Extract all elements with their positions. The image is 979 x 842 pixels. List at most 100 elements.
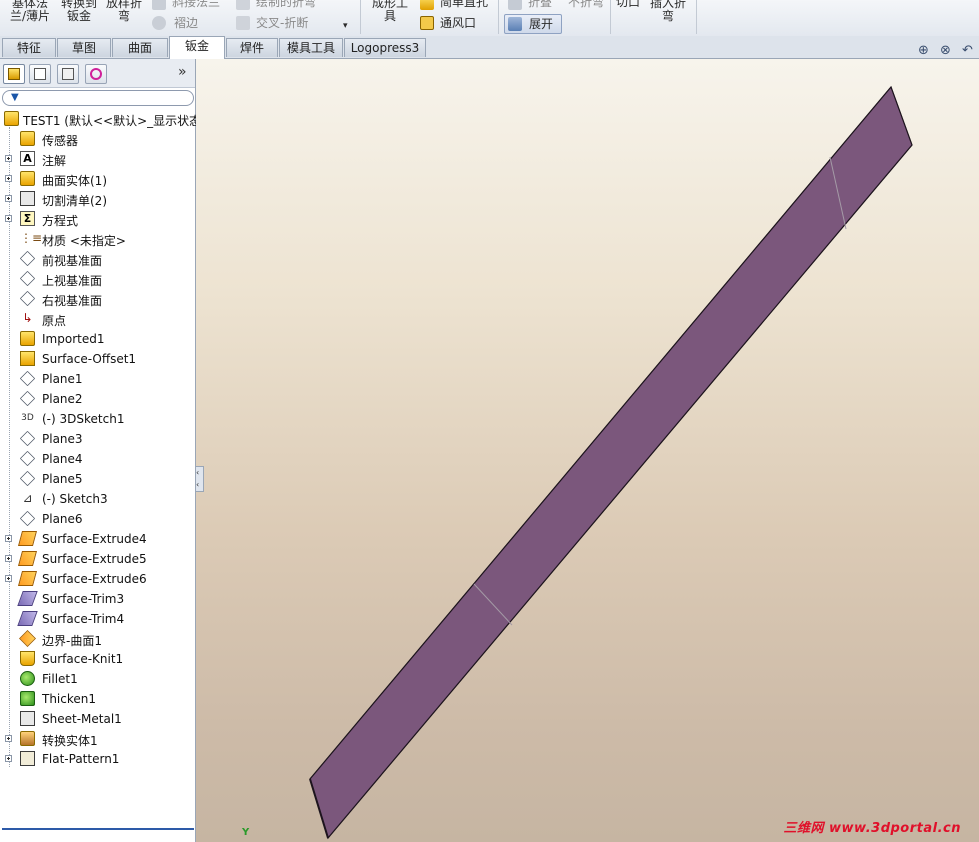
forming-tool-button[interactable]: 成形工 具 (370, 0, 410, 23)
lofted-bend-button[interactable]: 放样折 弯 (104, 0, 144, 23)
expand-toggle[interactable] (5, 555, 12, 562)
more-dropdown-button[interactable]: ▾ (343, 20, 348, 33)
tree-item-plane6[interactable]: Plane6 (0, 509, 195, 529)
tree-item-label: 原点 (42, 314, 67, 328)
tree-item-top-plane[interactable]: 上视基准面 (0, 269, 195, 289)
plane-icon (19, 390, 36, 407)
zoom-area-icon[interactable]: ⊗ (940, 43, 951, 58)
zoom-to-fit-icon[interactable]: ⊕ (918, 43, 929, 58)
feature-tree-icon (8, 68, 20, 80)
expand-toggle[interactable] (5, 155, 12, 162)
expand-toggle[interactable] (5, 535, 12, 542)
hem-button[interactable]: 褶边 (174, 17, 198, 30)
tree-item-plane3[interactable]: Plane3 (0, 429, 195, 449)
tree-item-cut-list[interactable]: 切割清单(2) (0, 189, 195, 209)
tab-mold-tools[interactable]: 模具工具 (279, 38, 343, 57)
tree-item-surface-extrude4[interactable]: Surface-Extrude4 (0, 529, 195, 549)
flatten-button[interactable]: 展开 (504, 14, 562, 34)
tree-item-label: 上视基准面 (42, 274, 103, 288)
tree-item-surface-extrude5[interactable]: Surface-Extrude5 (0, 549, 195, 569)
vent-button[interactable]: 通风口 (440, 17, 476, 30)
sheet-metal-part[interactable] (196, 59, 979, 842)
ribbon-divider (360, 0, 361, 34)
tree-item-material[interactable]: ⋮≡ 材质 <未指定> (0, 229, 195, 249)
tab-logopress3[interactable]: Logopress3 (344, 38, 426, 57)
rip-button[interactable]: 切口 (616, 0, 640, 9)
unfold-button[interactable]: 不折弯 (568, 0, 604, 9)
simple-hole-label: 简单直孔 (440, 0, 489, 9)
miter-flange-button[interactable]: 斜接法兰 (172, 0, 220, 9)
tab-sketch[interactable]: 草图 (57, 38, 111, 57)
tree-item-3dsketch1[interactable]: 3D (-) 3DSketch1 (0, 409, 195, 429)
tree-item-flat-pattern1[interactable]: Flat-Pattern1 (0, 749, 195, 769)
tree-root[interactable]: TEST1 (默认<<默认>_显示状态 (0, 109, 201, 129)
tree-item-imported1[interactable]: Imported1 (0, 329, 195, 349)
tree-item-plane1[interactable]: Plane1 (0, 369, 195, 389)
tree-item-label: Surface-Trim4 (42, 612, 125, 626)
tree-item-sensors[interactable]: 传感器 (0, 129, 195, 149)
plane-icon (19, 370, 36, 387)
tree-item-thicken1[interactable]: Thicken1 (0, 689, 195, 709)
expand-toggle[interactable] (5, 575, 12, 582)
tab-weldments[interactable]: 焊件 (226, 38, 278, 57)
configuration-manager-tab[interactable] (57, 64, 79, 84)
fold-icon (508, 0, 522, 10)
tree-item-sheet-metal1[interactable]: Sheet-Metal1 (0, 709, 195, 729)
material-icon: ⋮≡ (20, 231, 43, 245)
insert-bends-button[interactable]: 插入折 弯 (648, 0, 688, 23)
property-manager-icon (34, 68, 46, 80)
dimxpert-manager-tab[interactable] (85, 64, 107, 84)
tree-item-surface-trim4[interactable]: Surface-Trim4 (0, 609, 195, 629)
tree-item-fillet1[interactable]: Fillet1 (0, 669, 195, 689)
tree-item-label: Plane5 (42, 472, 83, 486)
expand-toggle[interactable] (5, 215, 12, 222)
tree-item-right-plane[interactable]: 右视基准面 (0, 289, 195, 309)
expand-toggle[interactable] (5, 755, 12, 762)
cross-break-icon (236, 16, 250, 30)
tree-item-surface-offset1[interactable]: Surface-Offset1 (0, 349, 195, 369)
rollback-bar[interactable] (2, 828, 194, 830)
tree-item-sketch3[interactable]: ⊿ (-) Sketch3 (0, 489, 195, 509)
feature-filter-input[interactable]: ▼ (2, 90, 194, 106)
expand-toggle[interactable] (5, 175, 12, 182)
tree-item-origin[interactable]: ↳ 原点 (0, 309, 195, 329)
panel-collapse-handle[interactable]: ‹ ‹ (196, 466, 204, 492)
tree-item-label: Plane3 (42, 432, 83, 446)
cross-break-button[interactable]: 交叉-折断 (256, 17, 308, 30)
tree-item-boundary-surface1[interactable]: 边界-曲面1 (0, 629, 195, 649)
tab-sheet-metal[interactable]: 钣金 (169, 36, 225, 59)
previous-view-icon[interactable]: ↶ (962, 43, 973, 58)
panel-expand-chevron[interactable]: » (178, 64, 187, 80)
expand-toggle[interactable] (5, 195, 12, 202)
feature-tree-tab[interactable] (3, 64, 25, 84)
surface-bodies-folder-icon (20, 171, 35, 186)
tree-item-label: 材质 <未指定> (42, 234, 126, 248)
tree-item-equations[interactable]: Σ 方程式 (0, 209, 195, 229)
expand-toggle[interactable] (5, 735, 12, 742)
tree-item-surface-bodies[interactable]: 曲面实体(1) (0, 169, 195, 189)
graphics-viewport[interactable]: ⊕ ‹‹ Y 三维网 www.3dportal.cn (196, 59, 979, 842)
forming-tool-label: 成形工 具 (371, 0, 408, 23)
tree-item-convert-solid1[interactable]: 转换实体1 (0, 729, 195, 749)
tree-item-surface-knit1[interactable]: Surface-Knit1 (0, 649, 195, 669)
fold-button[interactable]: 折叠 (528, 0, 552, 9)
sketched-bend-button[interactable]: 绘制的折弯 (256, 0, 316, 9)
tree-item-plane5[interactable]: Plane5 (0, 469, 195, 489)
simple-hole-button[interactable]: 简单直孔 (440, 0, 488, 9)
tab-features[interactable]: 特征 (2, 38, 56, 57)
tree-item-label: 转换实体1 (42, 734, 98, 748)
tree-item-label: Surface-Offset1 (42, 352, 137, 366)
tree-item-label: (-) Sketch3 (42, 492, 108, 506)
tree-item-label: 曲面实体(1) (42, 174, 107, 188)
tree-item-surface-extrude6[interactable]: Surface-Extrude6 (0, 569, 195, 589)
tree-item-label: 右视基准面 (42, 294, 103, 308)
tree-item-plane2[interactable]: Plane2 (0, 389, 195, 409)
tree-item-front-plane[interactable]: 前视基准面 (0, 249, 195, 269)
tree-item-annotations[interactable]: A 注解 (0, 149, 195, 169)
property-manager-tab[interactable] (29, 64, 51, 84)
base-flange-button[interactable]: 基体法 兰/薄片 (8, 0, 52, 23)
tab-surfaces[interactable]: 曲面 (112, 38, 168, 57)
tree-item-plane4[interactable]: Plane4 (0, 449, 195, 469)
convert-to-sheet-metal-button[interactable]: 转换到 钣金 (58, 0, 100, 23)
tree-item-surface-trim3[interactable]: Surface-Trim3 (0, 589, 195, 609)
